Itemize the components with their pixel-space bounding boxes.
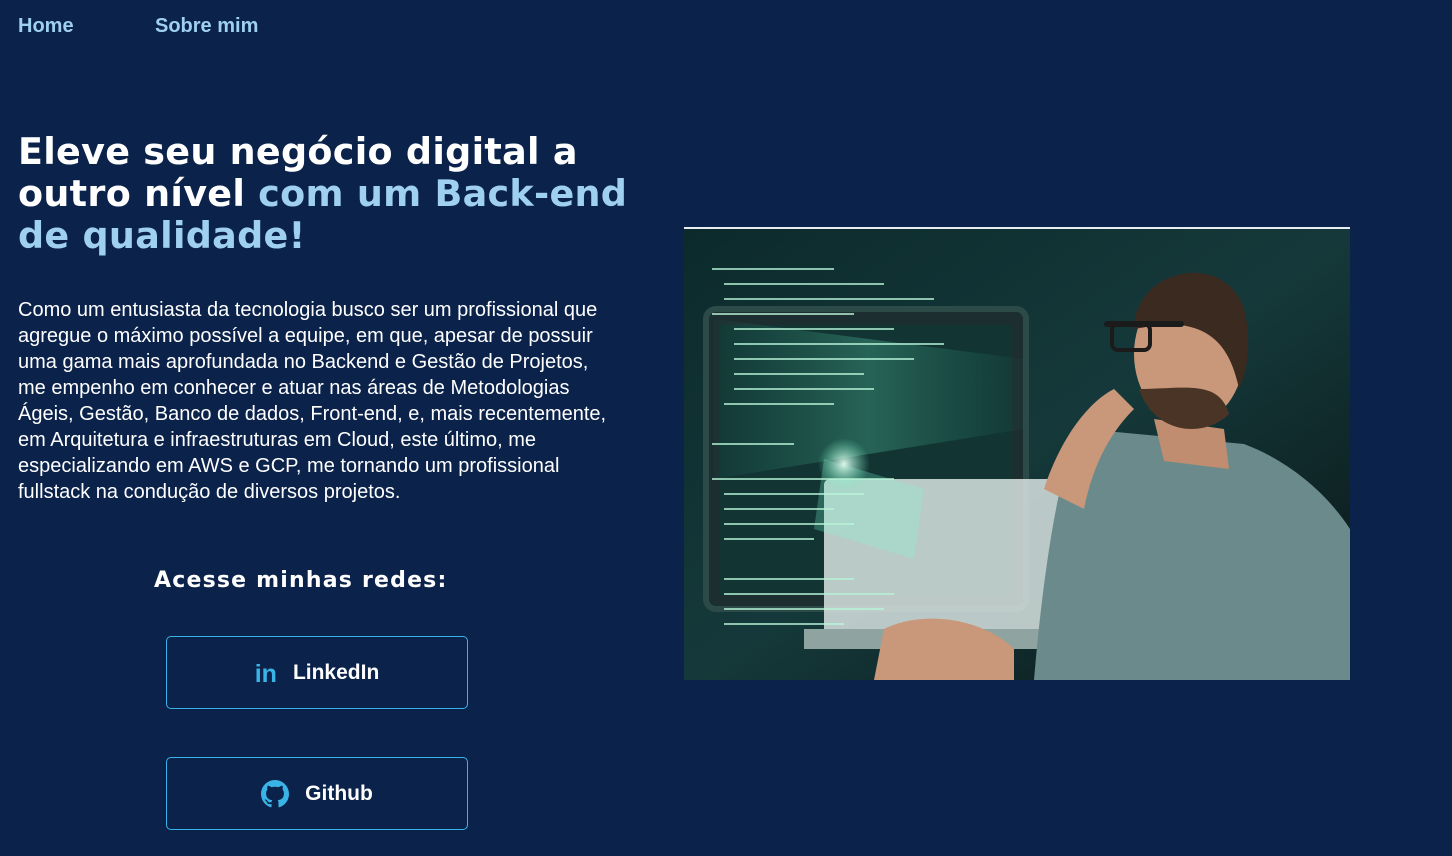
github-button[interactable]: Github <box>166 757 468 830</box>
github-label: Github <box>305 781 373 805</box>
intro-paragraph: Como um entusiasta da tecnologia busco s… <box>18 299 607 503</box>
hero-image <box>684 227 1350 680</box>
linkedin-button[interactable]: in LinkedIn <box>166 636 468 709</box>
top-nav: Home Sobre mim <box>18 13 258 39</box>
linkedin-icon: in <box>254 660 277 688</box>
nav-about-link[interactable]: Sobre mim <box>155 13 258 39</box>
github-icon <box>261 779 290 808</box>
nav-home-link[interactable]: Home <box>18 13 155 39</box>
linkedin-label: LinkedIn <box>292 660 380 684</box>
hero-headline: Eleve seu negócio digital a outro nível … <box>18 131 638 257</box>
networks-title: Acesse minhas redes: <box>154 568 448 593</box>
